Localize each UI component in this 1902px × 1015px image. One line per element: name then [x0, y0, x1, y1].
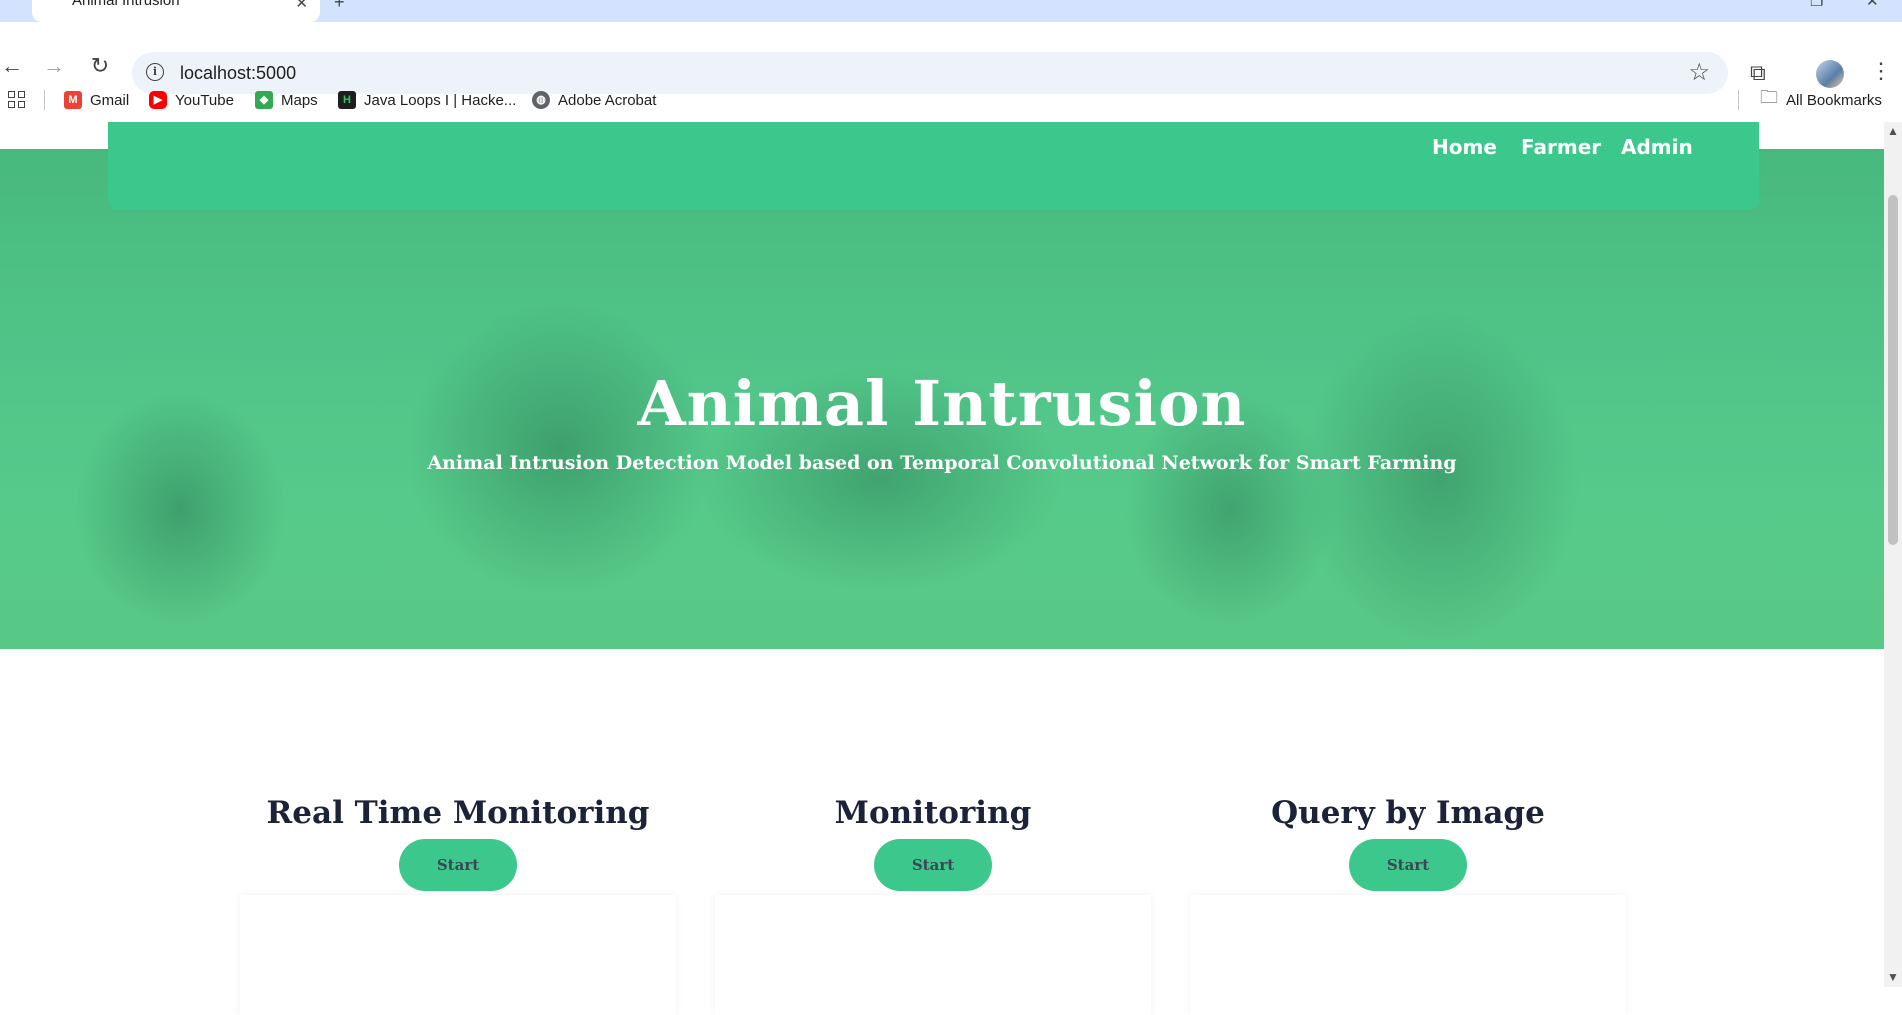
tab-title: Animal Intrusion: [72, 0, 180, 9]
scroll-up-icon[interactable]: ▲: [1887, 124, 1899, 138]
nav-farmer[interactable]: Farmer: [1521, 135, 1601, 159]
bookmark-gmail[interactable]: M Gmail: [64, 80, 129, 120]
service-title: Monitoring: [834, 795, 1032, 831]
bookmark-label: Maps: [281, 91, 318, 109]
new-tab-icon[interactable]: +: [334, 0, 345, 13]
bookmark-separator: [1738, 90, 1739, 110]
restore-window-icon[interactable]: ❐: [1810, 0, 1823, 10]
site-info-icon[interactable]: i: [146, 63, 164, 81]
bookmark-java-loops[interactable]: H Java Loops I | Hacke...: [338, 80, 516, 120]
bookmark-adobe-acrobat[interactable]: ◍ Adobe Acrobat: [532, 80, 656, 120]
site-navbar: Home Farmer Admin: [108, 122, 1759, 209]
bookmark-label: Gmail: [90, 91, 130, 109]
bookmark-separator: [44, 90, 45, 110]
start-button[interactable]: Start: [1349, 839, 1467, 891]
all-bookmarks-label: All Bookmarks: [1786, 91, 1882, 109]
maps-icon: ◆: [255, 91, 273, 109]
bookmarks-bar: M Gmail ▶ YouTube ◆ Maps H Java Loops I …: [0, 80, 1902, 120]
bookmark-label: Java Loops I | Hacke...: [364, 91, 517, 109]
hackerrank-icon: H: [338, 91, 356, 109]
nav-home[interactable]: Home: [1432, 135, 1497, 159]
tab-strip: Animal Intrusion ✕ + ❐ ✕: [0, 0, 1902, 22]
folder-icon: 🗀: [1760, 87, 1778, 107]
bookmark-maps[interactable]: ◆ Maps: [255, 80, 318, 120]
globe-icon: ◍: [532, 91, 550, 109]
page-scrollbar[interactable]: ▲ ▼: [1884, 122, 1902, 987]
service-real-time-monitoring: Real Time Monitoring Start: [238, 795, 678, 891]
bookmark-youtube[interactable]: ▶ YouTube: [149, 80, 234, 120]
forward-icon[interactable]: →: [38, 50, 70, 82]
service-title: Real Time Monitoring: [266, 795, 650, 831]
nav-admin[interactable]: Admin: [1621, 135, 1693, 159]
scroll-down-icon[interactable]: ▼: [1887, 970, 1899, 984]
reload-icon[interactable]: ↻: [84, 50, 116, 82]
start-button[interactable]: Start: [874, 839, 992, 891]
service-query-by-image: Query by Image Start: [1188, 795, 1628, 891]
bookmark-label: Adobe Acrobat: [558, 91, 657, 109]
scroll-thumb[interactable]: [1888, 195, 1898, 545]
back-icon[interactable]: ←: [0, 50, 28, 82]
service-card: [715, 895, 1151, 1015]
close-window-icon[interactable]: ✕: [1866, 0, 1879, 10]
active-tab[interactable]: Animal Intrusion ✕: [32, 0, 320, 22]
hero-banner: Animal Intrusion Animal Intrusion Detect…: [0, 149, 1884, 649]
apps-icon[interactable]: [8, 91, 26, 109]
gmail-icon: M: [64, 91, 82, 109]
start-button[interactable]: Start: [399, 839, 517, 891]
all-bookmarks[interactable]: 🗀 All Bookmarks: [1760, 80, 1882, 120]
bookmark-label: YouTube: [175, 91, 234, 109]
hero-title: Animal Intrusion: [637, 367, 1247, 440]
youtube-icon: ▶: [149, 91, 167, 109]
hero-subtitle: Animal Intrusion Detection Model based o…: [427, 452, 1457, 474]
service-title: Query by Image: [1271, 795, 1545, 831]
tab-close-icon[interactable]: ✕: [295, 0, 308, 12]
service-monitoring: Monitoring Start: [713, 795, 1153, 891]
service-card: [240, 895, 676, 1015]
service-card: [1190, 895, 1626, 1015]
